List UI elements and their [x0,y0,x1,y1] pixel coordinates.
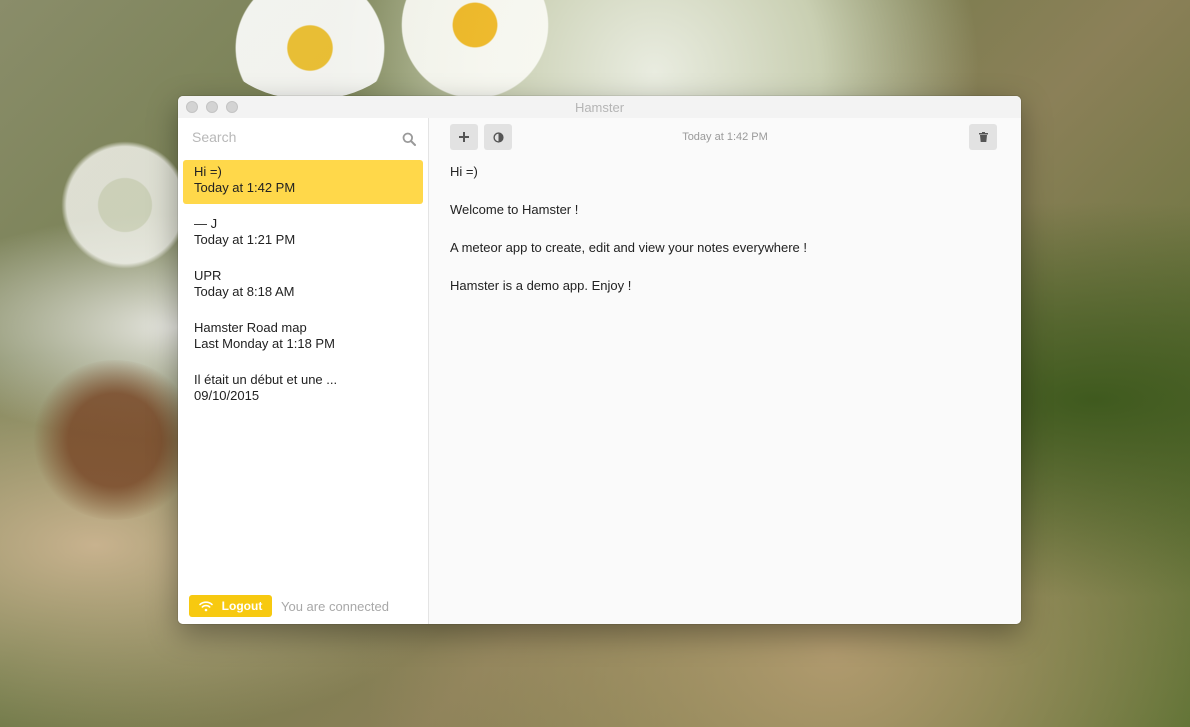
note-list-item[interactable]: UPR Today at 8:18 AM [183,264,423,308]
note-list-item[interactable]: Il était un début et une ... 09/10/2015 [183,368,423,412]
note-list-item[interactable]: — J Today at 1:21 PM [183,212,423,256]
note-content[interactable]: Hi =) Welcome to Hamster ! A meteor app … [450,164,1001,316]
note-line: Welcome to Hamster ! [450,202,579,217]
note-date: Today at 1:21 PM [194,232,296,247]
search-input[interactable] [190,126,394,148]
daisy-flower [380,0,570,100]
search-bar [178,118,428,156]
fur-shape [30,360,200,520]
note-title: UPR [194,268,222,283]
note-date: Today at 8:18 AM [194,284,295,299]
note-line: Hi =) [450,164,478,179]
logout-button[interactable]: Logout [189,595,272,617]
note-date: Last Monday at 1:18 PM [194,336,335,351]
connection-status: You are connected [281,598,389,614]
note-title: Il était un début et une ... [194,372,338,387]
wifi-icon [198,601,213,612]
note-title: — J [194,216,218,231]
note-line: Hamster is a demo app. Enjoy ! [450,278,632,293]
note-list: Hi =) Today at 1:42 PM — J Today at 1:21… [183,160,423,420]
trash-icon [978,132,988,142]
search-icon[interactable] [402,132,416,146]
note-date: Today at 1:42 PM [194,180,296,195]
daisy-flower [215,0,405,100]
note-title: Hi =) [194,164,222,179]
note-editor: Today at 1:42 PM Hi =) Welcome to Hamste… [429,118,1021,624]
notes-sidebar: Hi =) Today at 1:42 PM — J Today at 1:21… [178,118,429,624]
note-line: A meteor app to create, edit and view yo… [450,240,807,255]
sidebar-footer: Logout You are connected [189,595,389,617]
note-title: Hamster Road map [194,320,307,335]
window-title: Hamster [574,100,625,115]
app-window: Hamster Hi =) Today at 1:42 PM — J Today… [178,96,1021,624]
title-bar[interactable]: Hamster [178,96,1021,119]
note-date: 09/10/2015 [194,388,260,403]
note-list-item[interactable]: Hamster Road map Last Monday at 1:18 PM [183,316,423,360]
note-timestamp: Today at 1:42 PM [682,131,768,143]
delete-note-button[interactable] [969,124,997,150]
note-list-item[interactable]: Hi =) Today at 1:42 PM [183,160,423,204]
logout-label: Logout [221,599,263,613]
